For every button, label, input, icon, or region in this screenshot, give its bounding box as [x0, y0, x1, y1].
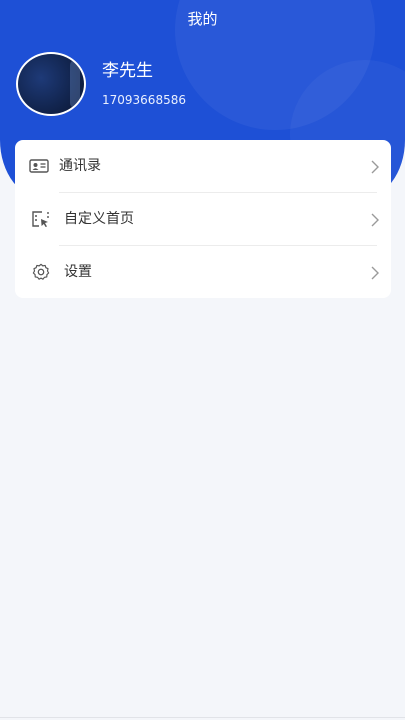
menu-item-label: 设置	[64, 264, 92, 280]
menu-item-contacts[interactable]: 通讯录	[15, 140, 391, 192]
user-phone: 17093668586	[102, 93, 186, 107]
page-title: 我的	[187, 10, 218, 28]
chevron-right-icon	[371, 159, 379, 174]
chevron-right-icon	[371, 212, 379, 227]
avatar[interactable]	[16, 52, 86, 116]
menu-card: 通讯录 自定义首页 设置	[15, 140, 391, 298]
user-name: 李先生	[102, 61, 153, 81]
profile-page: 我的 李先生 17093668586 通讯录 自定义首页 设置	[0, 0, 405, 720]
avatar-highlight	[70, 60, 80, 108]
menu-item-label: 通讯录	[59, 158, 101, 174]
menu-item-label: 自定义首页	[64, 211, 134, 227]
menu-item-custom-home[interactable]: 自定义首页	[15, 193, 391, 245]
custom-home-icon	[31, 210, 51, 228]
menu-item-settings[interactable]: 设置	[15, 246, 391, 298]
chevron-right-icon	[371, 265, 379, 280]
gear-icon	[31, 263, 51, 281]
bottom-divider	[0, 717, 405, 718]
contact-card-icon	[29, 157, 49, 175]
